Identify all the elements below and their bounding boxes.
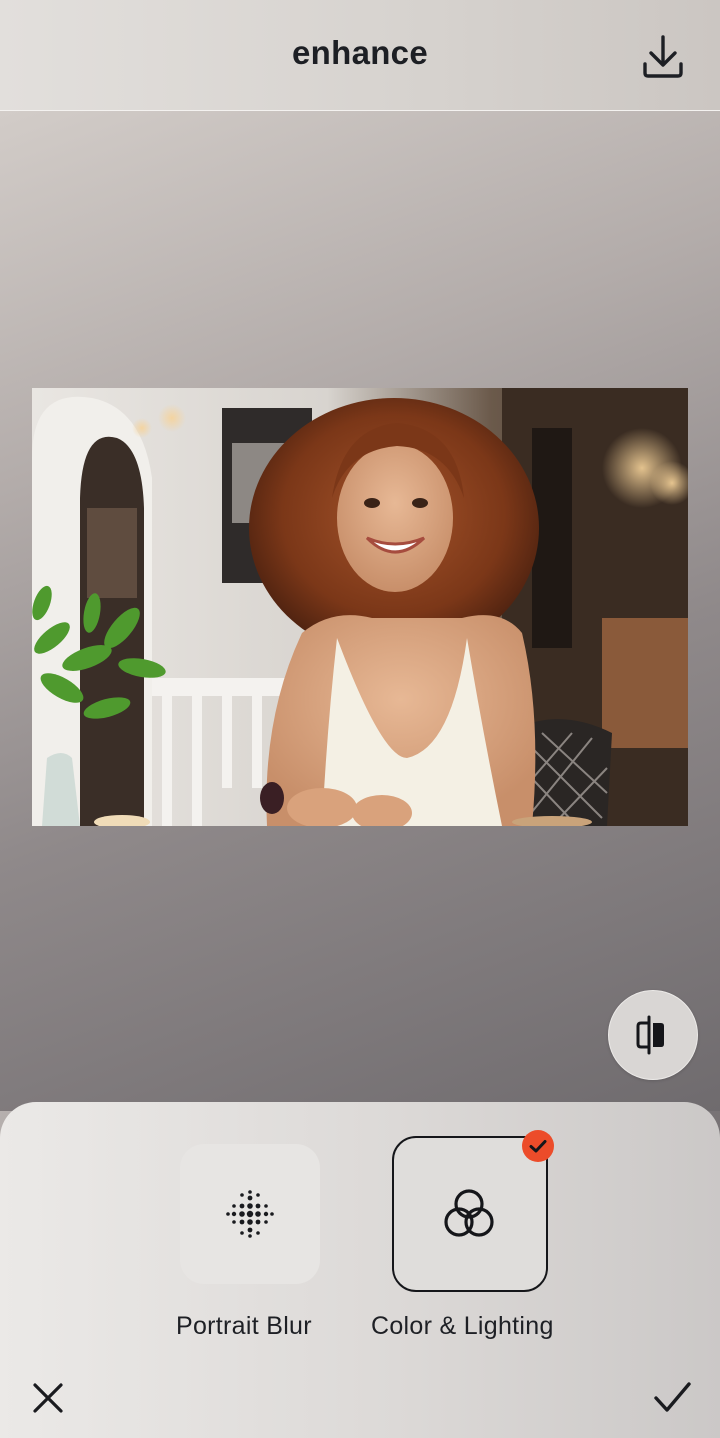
download-icon (643, 35, 683, 78)
selected-badge (522, 1130, 554, 1162)
checkmark-icon (654, 1382, 691, 1412)
close-icon (33, 1383, 63, 1413)
tool-portrait-blur[interactable] (180, 1144, 320, 1284)
portrait-blur-tile (180, 1144, 320, 1284)
close-button[interactable] (28, 1378, 68, 1418)
interlocked-rings-icon (444, 1189, 494, 1237)
tools-panel: Portrait Blur Color & Lighting (0, 1102, 720, 1438)
top-bar: enhance (0, 0, 720, 111)
checkmark-icon (529, 1140, 547, 1153)
compare-icon (636, 1015, 664, 1055)
portrait-photo[interactable] (32, 388, 688, 826)
portrait-blur-label: Portrait Blur (176, 1312, 312, 1340)
download-button[interactable] (636, 30, 690, 84)
apply-button[interactable] (650, 1376, 694, 1420)
dots-grid-icon (226, 1190, 274, 1238)
compare-button[interactable] (608, 990, 698, 1080)
color-lighting-label: Color & Lighting (371, 1312, 554, 1340)
page-title: enhance (292, 34, 428, 71)
